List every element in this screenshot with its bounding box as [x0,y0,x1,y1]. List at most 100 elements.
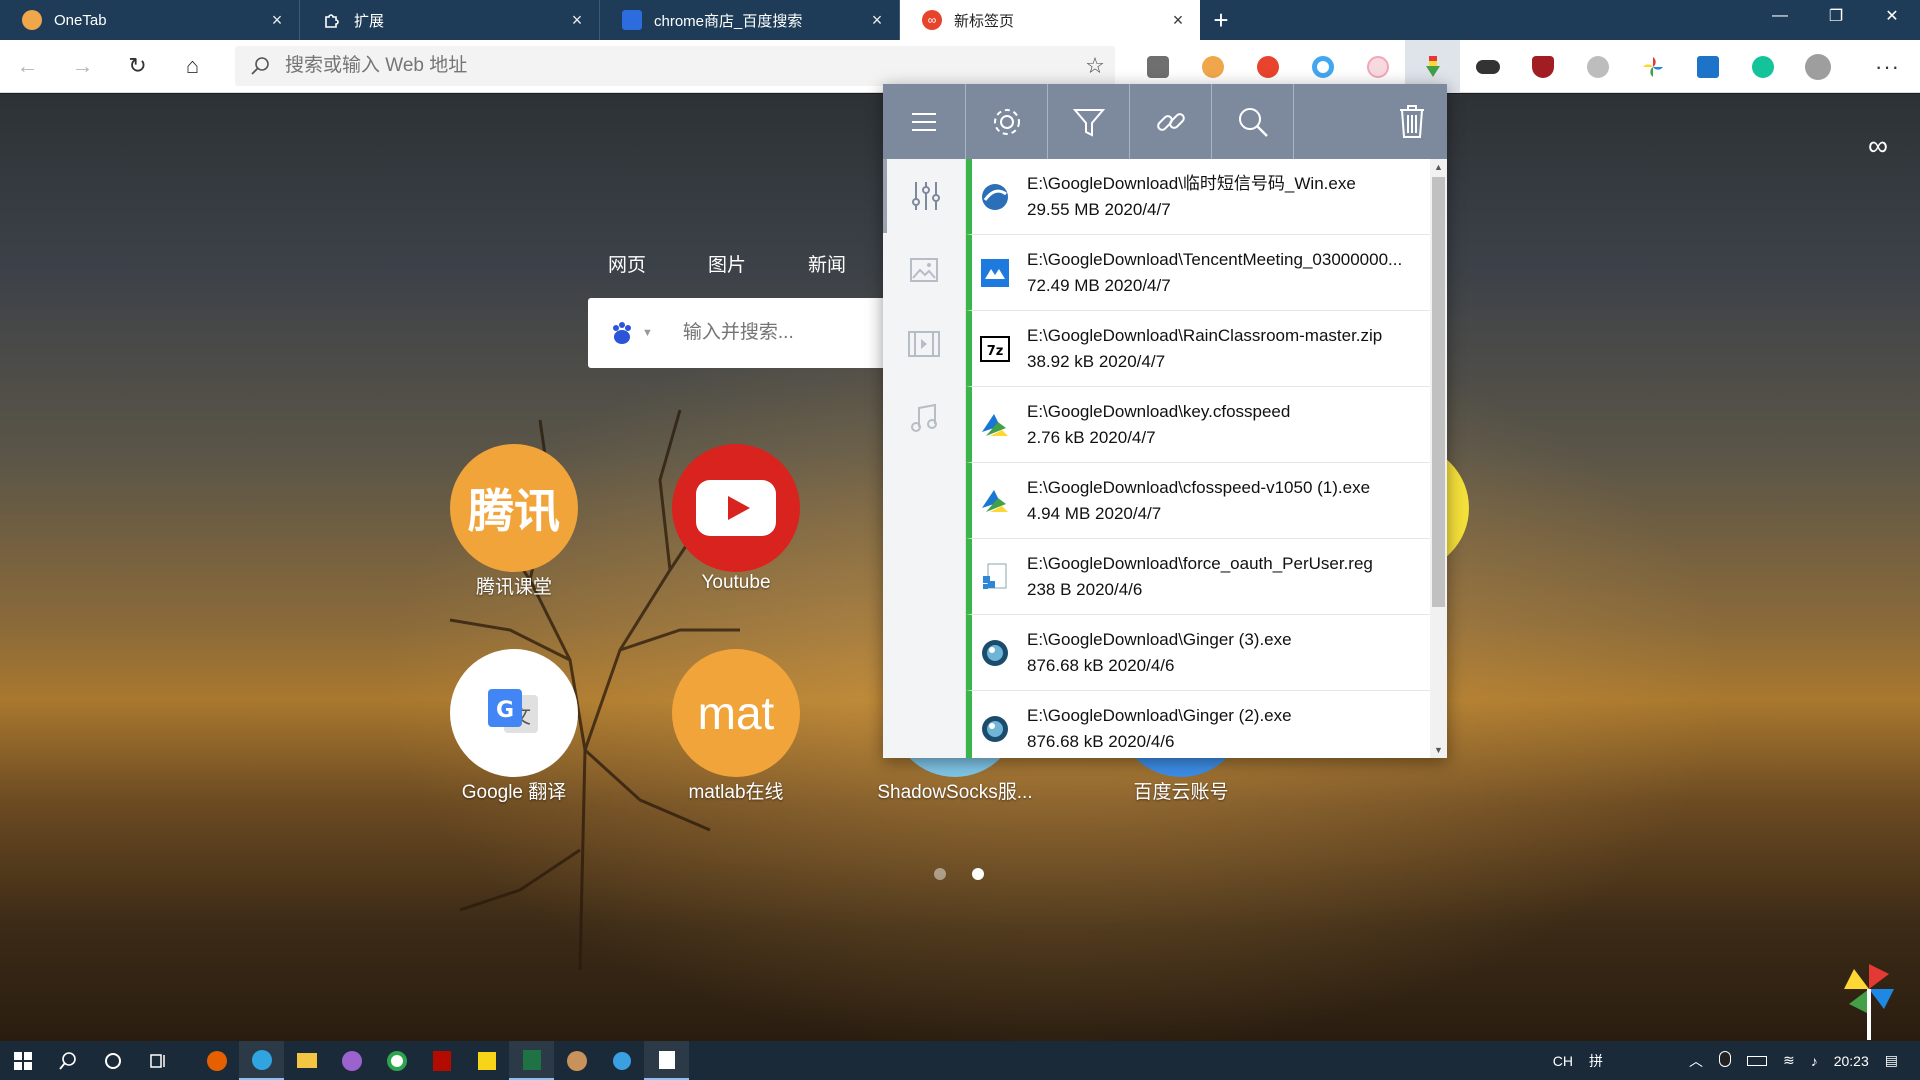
sidebar-video-filter[interactable] [883,307,965,381]
download-meta: 29.55 MB 2020/4/7 [1027,197,1427,223]
newtab-search-input[interactable] [682,322,863,344]
lang-indicator[interactable]: CH [1545,1053,1581,1069]
minimize-button[interactable]: — [1752,0,1808,32]
forward-button[interactable]: → [55,40,110,93]
ext-grammarly-icon[interactable] [1735,40,1790,93]
acrobat-icon[interactable] [419,1041,464,1080]
notification-center-icon[interactable]: ▤ [1877,1052,1920,1069]
360-icon[interactable] [374,1041,419,1080]
link-button[interactable] [1130,84,1212,159]
address-bar[interactable]: ☆ [235,46,1115,86]
onenote-icon[interactable] [329,1041,374,1080]
filter-button[interactable] [1048,84,1130,159]
tab-extensions[interactable]: 扩展 × [300,0,600,40]
app-icon-3[interactable] [644,1041,689,1080]
windows-start-icon[interactable] [0,1041,45,1080]
battery-icon[interactable] [1739,1053,1775,1069]
shortcut-google-translate[interactable]: 文G Google 翻译 [414,649,614,804]
infinity-logo-icon[interactable]: ∞ [1868,130,1888,162]
ext-profile-icon[interactable] [1790,40,1845,93]
tab-close-icon[interactable]: × [267,10,287,31]
settings-button[interactable] [966,84,1048,159]
maximize-button[interactable]: ❐ [1808,0,1864,32]
tab-baidu-search[interactable]: chrome商店_百度搜索 × [600,0,900,40]
ext-s-icon[interactable] [1680,40,1735,93]
download-item[interactable]: E:\GoogleDownload\cfosspeed-v1050 (1).ex… [966,463,1447,539]
shortcut-tencent-class[interactable]: 腾讯 腾讯课堂 [414,444,614,599]
edge-icon[interactable] [239,1041,284,1080]
page-dot[interactable] [934,868,946,880]
sidebar-images-filter[interactable] [883,233,965,307]
search-engine-selector[interactable]: ▼ [608,319,653,347]
newtab-search-box[interactable]: ▼ [588,298,888,368]
favorite-star-icon[interactable]: ☆ [1075,53,1115,79]
download-item[interactable]: E:\GoogleDownload\key.cfosspeed 2.76 kB 2… [966,387,1447,463]
shortcut-label: Google 翻译 [461,782,567,803]
ext-ublock-icon[interactable] [1515,40,1570,93]
cortana-icon[interactable] [90,1041,135,1080]
page-dot-active[interactable] [972,868,984,880]
download-item[interactable]: E:\GoogleDownload\临时短信号码_Win.exe 29.55 MB… [966,159,1447,235]
volume-icon[interactable]: ♪ [1803,1053,1826,1069]
search-icon[interactable] [45,1041,90,1080]
ext-glasses-icon[interactable] [1460,40,1515,93]
download-item[interactable]: E:\GoogleDownload\Ginger (2).exe 876.68 k… [966,691,1447,758]
app-icon-2[interactable] [599,1041,644,1080]
more-menu-button[interactable]: ··· [1875,40,1900,93]
pinwheel-icon[interactable] [1842,962,1896,1040]
sliders-icon [912,182,940,210]
download-meta: 38.92 kB 2020/4/7 [1027,349,1427,375]
scroll-up-arrow-icon[interactable]: ▲ [1430,162,1447,172]
excel-icon[interactable] [509,1041,554,1080]
download-item[interactable]: 7z E:\GoogleDownload\RainClassroom-maste… [966,311,1447,387]
wifi-icon[interactable]: ≋ [1775,1052,1803,1069]
download-size: 876.68 kB [1027,655,1104,675]
app-icon[interactable] [554,1041,599,1080]
search-tab-web[interactable]: 网页 [608,250,646,277]
ext-ghost-icon[interactable] [1570,40,1625,93]
download-list-scrollbar[interactable]: ▲ ▼ [1430,159,1447,758]
sticky-notes-icon[interactable] [464,1041,509,1080]
shortcut-youtube[interactable]: Youtube [636,444,836,594]
tab-close-icon[interactable]: × [567,10,587,31]
tab-close-icon[interactable]: × [867,10,887,31]
file-explorer-icon[interactable] [284,1041,329,1080]
ext-pinwheel-icon[interactable] [1625,40,1680,93]
search-button[interactable] [1212,84,1294,159]
firefox-icon[interactable] [194,1041,239,1080]
address-input[interactable] [285,55,1075,77]
tab-new-tab[interactable]: ∞ 新标签页 × [900,0,1200,40]
download-item[interactable]: E:\GoogleDownload\TencentMeeting_0300000… [966,235,1447,311]
back-button[interactable]: ← [0,40,55,93]
reload-button[interactable]: ↻ [110,40,165,93]
shortcut-matlab[interactable]: mat matlab在线 [636,649,836,804]
sidebar-music-filter[interactable] [883,381,965,455]
tencent-class-icon: 腾讯 [450,444,578,572]
search-tab-news[interactable]: 新闻 [808,250,846,277]
search-type-tabs: 网页 图片 新闻 [608,250,846,277]
clock[interactable]: 20:23 [1826,1053,1877,1069]
trash-icon [1400,104,1424,138]
tab-onetab[interactable]: OneTab × [0,0,300,40]
matlab-icon: mat [672,649,800,777]
sidebar-all-filter[interactable] [883,159,965,233]
scroll-down-arrow-icon[interactable]: ▼ [1430,745,1447,755]
qq-tray-icon[interactable] [1711,1051,1739,1070]
menu-button[interactable] [883,84,966,159]
tab-close-icon[interactable]: × [1168,10,1188,31]
task-view-icon[interactable] [135,1041,180,1080]
download-file-path: E:\GoogleDownload\RainClassroom-master.z… [1027,325,1383,345]
download-item[interactable]: E:\GoogleDownload\force_oauth_PerUser.re… [966,539,1447,615]
clear-all-button[interactable] [1377,84,1447,159]
download-item[interactable]: E:\GoogleDownload\Ginger (3).exe 876.68 k… [966,615,1447,691]
new-tab-button[interactable]: + [1200,0,1242,40]
search-tab-images[interactable]: 图片 [708,250,746,277]
close-window-button[interactable]: ✕ [1864,0,1920,32]
download-file-path: E:\GoogleDownload\force_oauth_PerUser.re… [1027,553,1373,573]
scrollbar-thumb[interactable] [1432,177,1445,607]
show-hidden-icons-icon[interactable]: ︿ [1681,1051,1711,1071]
ime-indicator[interactable]: 拼 [1581,1051,1611,1071]
settings-icon [993,108,1020,135]
onetab-favicon-icon [22,10,42,30]
home-button[interactable]: ⌂ [165,40,220,93]
